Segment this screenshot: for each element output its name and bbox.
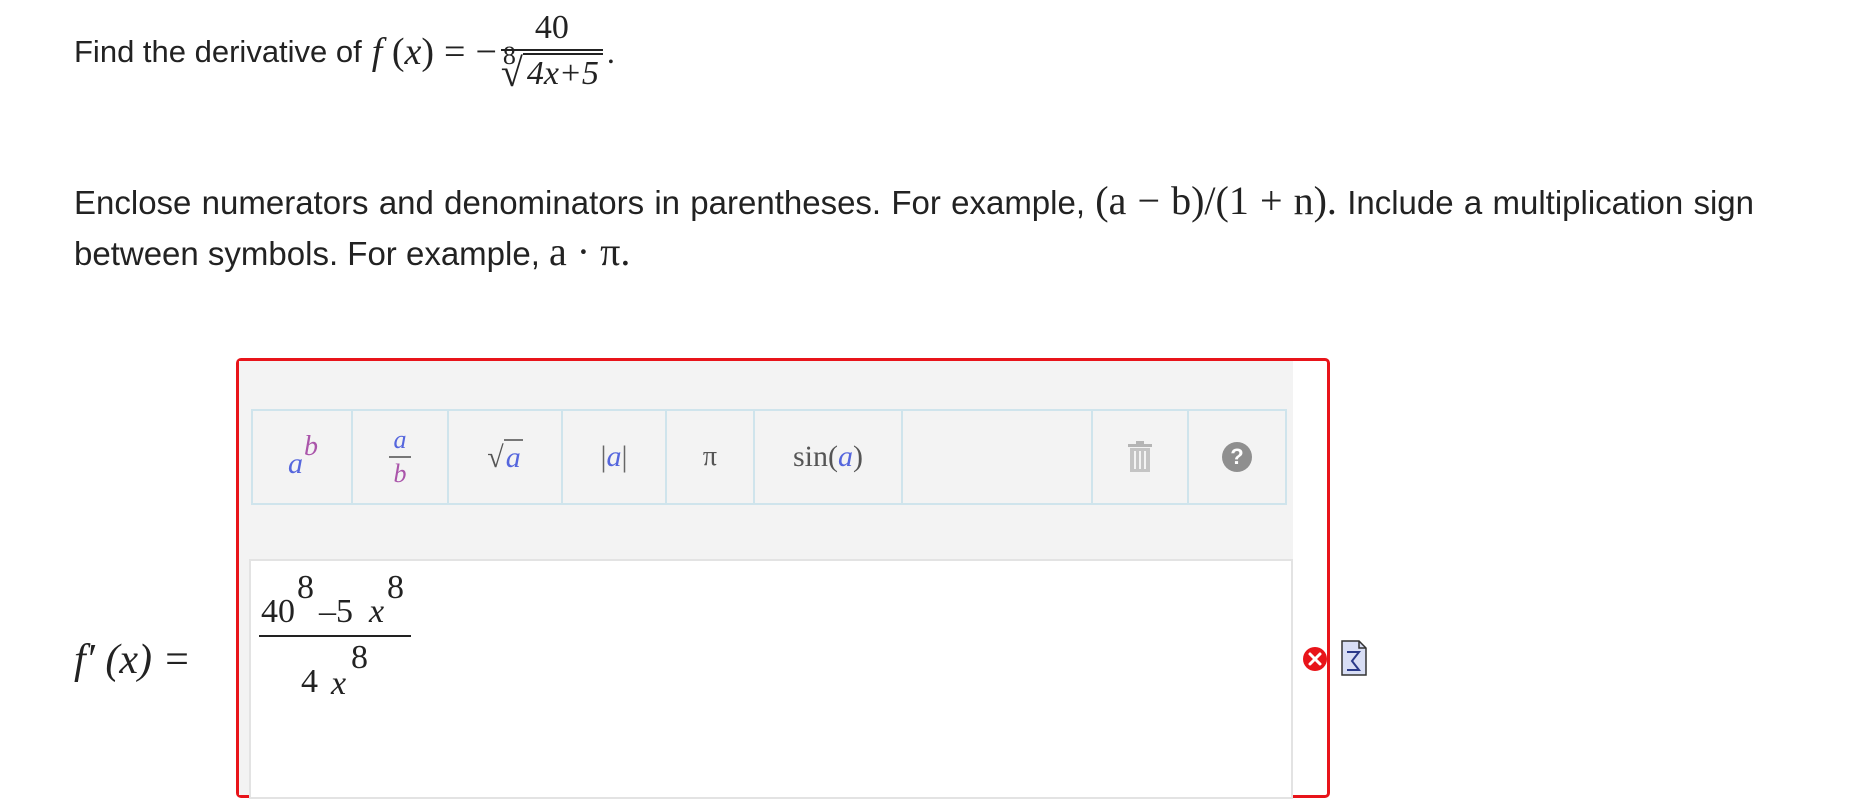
sin-button[interactable]: sin(a) [755,411,903,503]
paren-open: ( [382,31,405,73]
nth-root: 8 √ 4x+5 [501,43,603,93]
num-coefficient: 40 [261,593,295,630]
abs-right: | [621,440,628,473]
answer-denominator: 4 x 8 [259,637,413,703]
help-button[interactable]: ? [1189,411,1285,503]
den-variable: x [331,665,347,702]
toolbar-spacer [903,411,1093,503]
question-text: Find the derivative of [74,34,362,69]
instruction-example-1: (a − b)/(1 + n). [1095,178,1337,223]
fraction-button[interactable]: a b [353,411,449,503]
pi-icon: π [702,441,718,472]
den-coefficient: 4 [301,663,318,700]
power-icon: a b [282,431,322,480]
pi-button[interactable]: π [667,411,755,503]
num-exponent-1: 8 [297,569,314,606]
question-fraction: 40 8 √ 4x+5 [500,9,603,93]
sine-icon: sin(a) [793,440,863,474]
sqrt-arg: a [503,439,523,474]
sin-close: ) [853,440,863,473]
editor-panel: a b a b √ a |a| π sin(a) ? 40 8 –5 x 8 4… [239,361,1293,799]
sqrt-sign: √ [487,441,504,474]
answer-input[interactable]: 40 8 –5 x 8 4 x 8 [249,559,1293,799]
function-variable: x [404,31,422,73]
abs-button[interactable]: |a| [563,411,667,503]
root-index: 8 [502,41,516,70]
question-denominator: 8 √ 4x+5 [501,43,603,93]
function-name: f [371,31,383,73]
num-term: –5 [319,593,353,630]
question-function: f (x) [372,30,434,74]
sqrt-button[interactable]: √ a [449,411,563,503]
radicand: 4x+5 [522,53,603,93]
clear-button[interactable] [1093,411,1189,503]
instruction-text-1: Enclose numerators and denominators in p… [74,184,1086,221]
square-root-icon: √ a [487,439,523,475]
question: Find the derivative of f (x) = − 40 8 √ … [74,0,615,104]
sin-arg: a [838,440,853,473]
error-x-icon [1303,647,1327,671]
absolute-value-icon: |a| [600,440,627,474]
num-variable: x [369,593,385,630]
sin-fn: sin [792,440,828,473]
power-exponent: b [304,431,318,462]
math-editor: a b a b √ a |a| π sin(a) ? 40 8 –5 x 8 4… [236,358,1330,799]
fraction-icon-bar [389,456,411,458]
formula-sigma-icon[interactable] [1340,640,1368,676]
answer-numerator: 40 8 –5 x 8 [259,569,413,635]
fraction-bottom: b [393,459,407,488]
num-exponent-2: 8 [387,569,404,606]
equals-sign: = [444,31,466,73]
math-toolbar: a b a b √ a |a| π sin(a) ? [251,409,1287,505]
question-period: . [606,33,615,70]
answer-label: f′ (x) = [74,637,191,683]
question-numerator: 40 [534,9,569,46]
power-button[interactable]: a b [253,411,353,503]
trash-icon [1128,441,1152,472]
fraction-icon: a b [389,427,411,487]
instructions: Enclose numerators and denominators in p… [74,176,1754,278]
sin-open: ( [828,440,838,473]
power-base: a [288,447,303,480]
instruction-example-2: a · π. [549,229,631,274]
paren-close: ) [421,31,435,73]
den-exponent: 8 [351,639,368,676]
help-icon: ? [1222,442,1252,472]
abs-arg: a [606,440,622,473]
answer-fraction: 40 8 –5 x 8 4 x 8 [259,569,413,703]
fraction-top: a [393,425,407,454]
minus-sign: − [475,31,497,73]
